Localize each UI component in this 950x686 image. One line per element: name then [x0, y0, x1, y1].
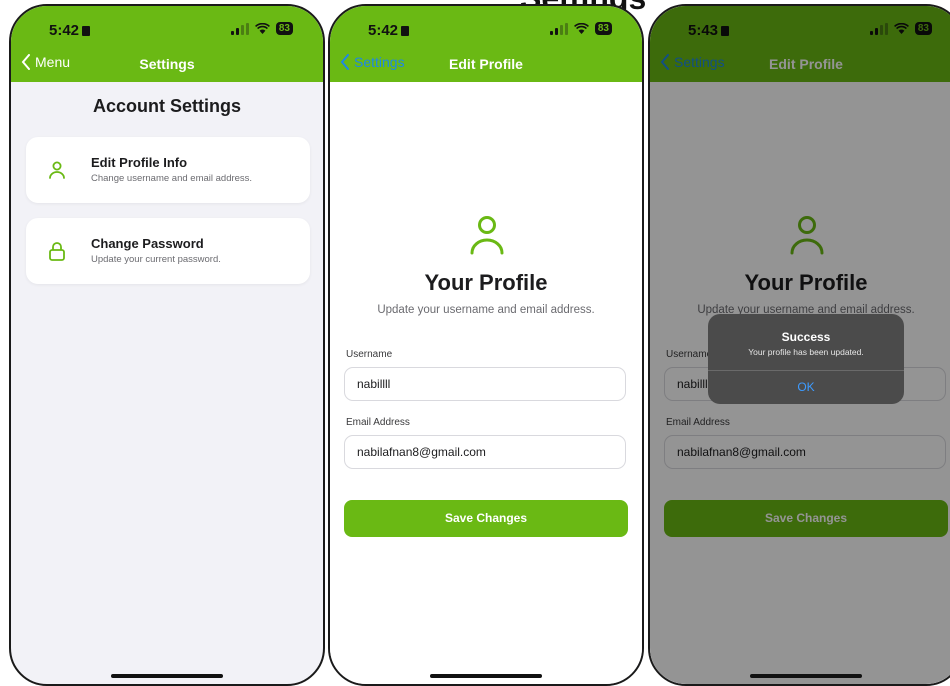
- alert-ok-button[interactable]: OK: [708, 380, 904, 394]
- edit-profile-card[interactable]: Edit Profile Info Change username and em…: [26, 137, 310, 203]
- sim-icon: [82, 26, 91, 36]
- alert-title: Success: [781, 330, 831, 344]
- status-time: 5:42: [368, 22, 410, 39]
- home-indicator: [750, 674, 862, 678]
- username-label: Username: [346, 349, 393, 360]
- user-icon: [49, 161, 65, 179]
- nav-bar: 5:42 83 Menu Settings: [11, 6, 323, 82]
- success-alert: Success Your profile has been updated. O…: [708, 314, 904, 404]
- your-profile-heading: Your Profile: [424, 270, 548, 295]
- sim-icon: [401, 26, 410, 36]
- your-profile-subheading: Update your username and email address.: [377, 304, 595, 316]
- status-bar: 5:42 83: [11, 22, 323, 42]
- change-password-title: Change Password: [91, 236, 204, 251]
- save-changes-button[interactable]: Save Changes: [344, 500, 628, 537]
- nav-bar: 5:42 83 Settings Edit Profile: [330, 6, 642, 82]
- battery-icon: 83: [275, 22, 293, 35]
- home-indicator: [111, 674, 223, 678]
- change-password-subtitle: Update your current password.: [91, 254, 221, 265]
- phone-success-screen: 5:43 83 Settings Edit Profile Your Profi…: [648, 4, 950, 686]
- username-field[interactable]: nabillll: [344, 367, 626, 401]
- email-label: Email Address: [346, 417, 410, 428]
- signal-icon: [549, 22, 568, 35]
- status-time: 5:42: [49, 22, 91, 39]
- alert-message: Your profile has been updated.: [748, 347, 864, 357]
- home-indicator: [430, 674, 542, 678]
- signal-icon: [230, 22, 249, 35]
- status-bar: 5:42 83: [330, 22, 642, 42]
- email-field[interactable]: nabilafnan8@gmail.com: [344, 435, 626, 469]
- edit-profile-subtitle: Change username and email address.: [91, 173, 253, 184]
- nav-title: Edit Profile: [449, 56, 523, 72]
- nav-title: Settings: [139, 56, 195, 72]
- battery-icon: 83: [594, 22, 612, 35]
- phone-settings-screen: 5:42 83 Menu Settings Account Settings E…: [9, 4, 325, 686]
- edit-profile-title: Edit Profile Info: [91, 155, 188, 170]
- alert-divider: [708, 370, 904, 371]
- change-password-card[interactable]: Change Password Update your current pass…: [26, 218, 310, 284]
- profile-user-icon: [470, 216, 504, 255]
- wifi-icon: [254, 22, 270, 35]
- wifi-icon: [573, 22, 589, 35]
- account-settings-heading: Account Settings: [92, 96, 241, 116]
- lock-icon: [49, 242, 65, 261]
- phone-edit-profile-screen: 5:42 83 Settings Edit Profile Your Profi…: [328, 4, 644, 686]
